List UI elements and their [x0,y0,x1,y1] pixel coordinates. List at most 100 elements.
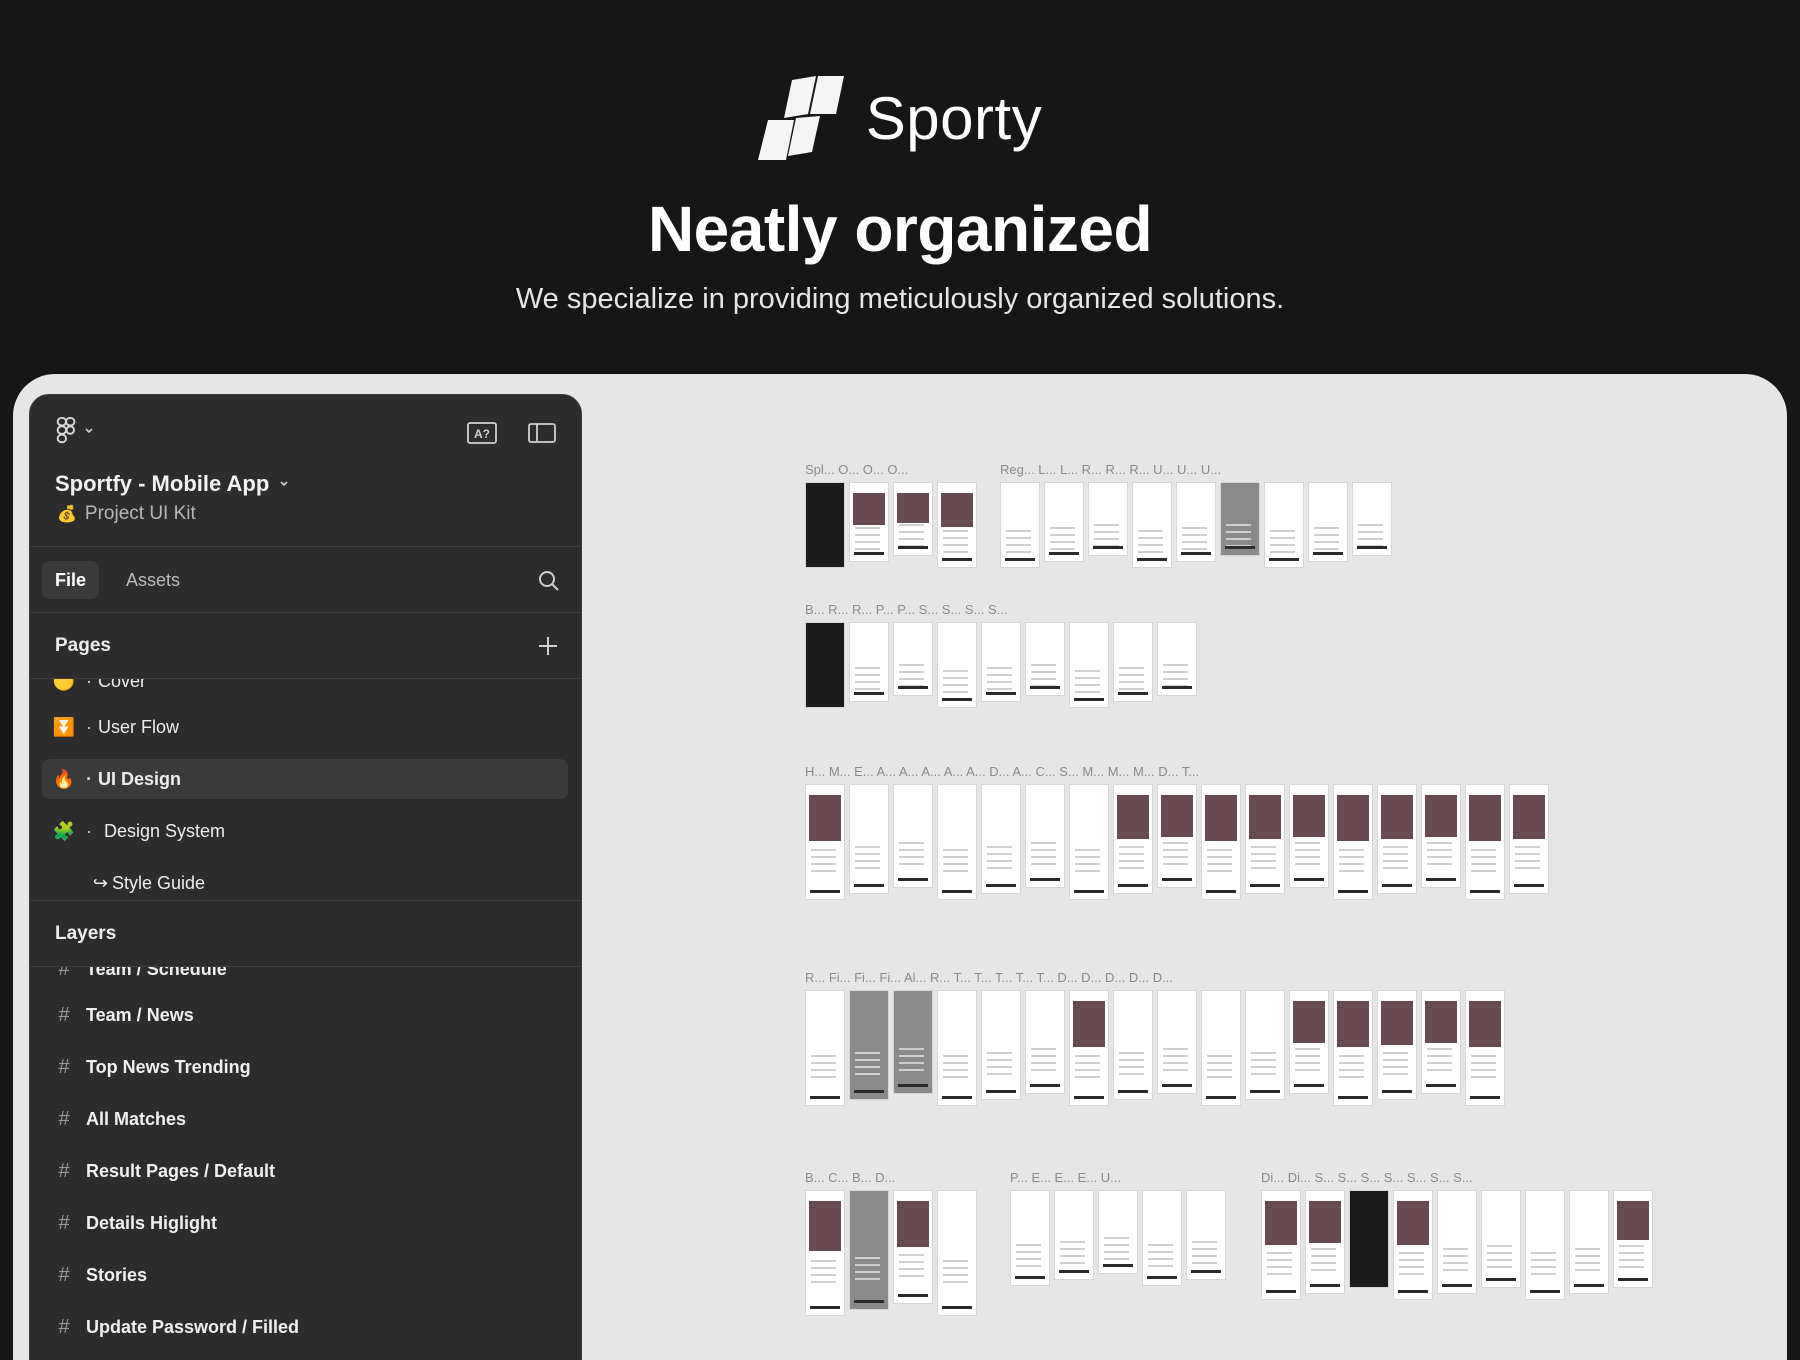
screen-thumbnail[interactable] [1113,622,1153,702]
page-item-user-flow[interactable]: ⏬ · User Flow [42,707,568,747]
screen-thumbnail[interactable] [849,784,889,894]
figma-main-menu[interactable] [56,417,94,445]
page-item-ui-design[interactable]: 🔥 · UI Design [42,759,568,799]
screen-thumbnail[interactable] [937,990,977,1106]
accessibility-text-icon[interactable]: A? [467,421,497,445]
screen-thumbnail[interactable] [1377,784,1417,894]
screen-thumbnail[interactable] [1264,482,1304,568]
screen-thumbnail[interactable] [1421,990,1461,1094]
project-location[interactable]: 💰 Project UI Kit [57,503,196,525]
screen-thumbnail[interactable] [1000,482,1040,568]
screen-thumbnail[interactable] [1025,784,1065,888]
screen-thumbnail[interactable] [1025,990,1065,1094]
screen-thumbnail[interactable] [849,1190,889,1310]
screen-thumbnail[interactable] [805,482,845,568]
screen-thumbnail[interactable] [1333,990,1373,1106]
sidebar-toggle-icon[interactable] [527,421,557,445]
screen-thumbnail[interactable] [1308,482,1348,562]
screen-thumbnail[interactable] [1289,990,1329,1094]
page-item-style-guide[interactable]: ↪ Style Guide [42,863,568,900]
screen-thumbnail[interactable] [1025,622,1065,696]
screen-thumbnail[interactable] [893,784,933,888]
thumbnail-text-line [1182,534,1207,536]
page-item-cover[interactable]: 🟡 · Cover [42,679,568,701]
screen-thumbnail[interactable] [805,784,845,900]
layer-item[interactable]: # Details Higlight [42,1201,568,1245]
thumbnail-text-line [1163,1062,1188,1065]
tab-file[interactable]: File [42,561,100,599]
layer-item[interactable]: # Top News Trending [42,1045,568,1089]
screen-thumbnail[interactable] [1132,482,1172,568]
screen-thumbnail[interactable] [981,784,1021,894]
thumbnail-text-line [899,1274,924,1277]
screen-thumbnail[interactable] [1245,784,1285,894]
screen-thumbnail[interactable] [1142,1190,1182,1286]
screen-thumbnail[interactable] [805,1190,845,1316]
screen-thumbnail[interactable] [937,784,977,900]
screen-thumbnail[interactable] [1088,482,1128,556]
layer-item[interactable]: # Result Pages / Default [42,1149,568,1193]
screen-thumbnail[interactable] [937,622,977,708]
screen-thumbnail[interactable] [1481,1190,1521,1288]
screen-thumbnail[interactable] [1525,1190,1565,1300]
screen-thumbnail[interactable] [1509,784,1549,894]
screen-thumbnail[interactable] [1261,1190,1301,1300]
screen-thumbnail[interactable] [893,990,933,1094]
screen-thumbnail[interactable] [849,990,889,1100]
screen-thumbnail[interactable] [1569,1190,1609,1294]
screen-thumbnail[interactable] [1613,1190,1653,1288]
screen-thumbnail[interactable] [1333,784,1373,900]
layer-item[interactable]: # Update Password / Filled [42,1305,568,1349]
screen-thumbnail[interactable] [1465,784,1505,900]
screen-thumbnail[interactable] [937,482,977,568]
screen-thumbnail[interactable] [893,1190,933,1304]
screen-thumbnail[interactable] [937,1190,977,1316]
thumbnail-text-line [1075,1054,1100,1057]
screen-thumbnail[interactable] [1113,784,1153,894]
screen-thumbnail[interactable] [981,622,1021,702]
screen-thumbnail[interactable] [849,482,889,562]
screen-thumbnail[interactable] [1157,990,1197,1094]
screen-thumbnail[interactable] [1245,990,1285,1100]
layer-item[interactable]: # Team / Schedule [42,967,568,991]
layer-item[interactable]: # Stories [42,1253,568,1297]
tab-assets[interactable]: Assets [113,561,193,599]
screen-thumbnail[interactable] [893,482,933,556]
screen-thumbnail[interactable] [1305,1190,1345,1294]
screen-thumbnail[interactable] [893,622,933,696]
add-page-icon[interactable] [537,635,559,657]
screen-thumbnail[interactable] [1201,784,1241,900]
screen-thumbnail[interactable] [849,622,889,702]
search-icon[interactable] [537,569,561,593]
screen-thumbnail[interactable] [805,990,845,1106]
screen-thumbnail[interactable] [1157,784,1197,888]
screen-thumbnail[interactable] [1069,784,1109,900]
screen-thumbnail[interactable] [1054,1190,1094,1280]
screen-thumbnail[interactable] [1352,482,1392,556]
screen-thumbnail[interactable] [1098,1190,1138,1274]
screen-thumbnail[interactable] [1069,990,1109,1106]
file-name-menu[interactable]: Sportfy - Mobile App [55,471,289,497]
thumbnail-text-line [1226,537,1251,540]
screen-thumbnail[interactable] [1437,1190,1477,1294]
screen-thumbnail[interactable] [1069,622,1109,708]
screen-thumbnail[interactable] [1113,990,1153,1100]
screen-thumbnail[interactable] [805,622,845,708]
screen-thumbnail[interactable] [1377,990,1417,1100]
screen-thumbnail[interactable] [1201,990,1241,1106]
screen-thumbnail[interactable] [1176,482,1216,562]
page-item-design-system[interactable]: 🧩 · Design System [42,811,568,851]
screen-thumbnail[interactable] [1393,1190,1433,1300]
screen-thumbnail[interactable] [1465,990,1505,1106]
screen-thumbnail[interactable] [1044,482,1084,562]
screen-thumbnail[interactable] [1421,784,1461,888]
screen-thumbnail[interactable] [1186,1190,1226,1280]
screen-thumbnail[interactable] [1220,482,1260,556]
layer-item[interactable]: # All Matches [42,1097,568,1141]
screen-thumbnail[interactable] [1349,1190,1389,1288]
screen-thumbnail[interactable] [981,990,1021,1100]
screen-thumbnail[interactable] [1289,784,1329,888]
screen-thumbnail[interactable] [1157,622,1197,696]
screen-thumbnail[interactable] [1010,1190,1050,1286]
layer-item[interactable]: # Team / News [42,993,568,1037]
